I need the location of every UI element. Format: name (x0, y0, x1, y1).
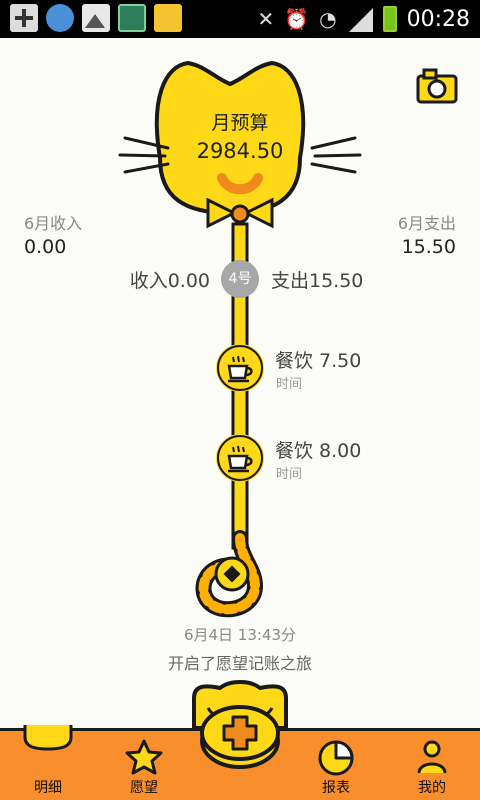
nav-label: 报表 (322, 780, 350, 796)
bottom-nav: 明细 愿望 报表 我的 (0, 705, 480, 800)
entry-category-button[interactable] (216, 434, 264, 482)
cup-icon (217, 435, 263, 481)
entry-title[interactable]: 餐饮 8.00 (275, 436, 361, 463)
nav-label: 我的 (418, 780, 446, 796)
camera-icon (416, 68, 458, 104)
day-badge: 4号 (221, 260, 259, 298)
cup-icon (217, 345, 263, 391)
nav-wishes[interactable]: 愿望 (96, 731, 192, 800)
system-icons: ✕ ⏰ ◔ 00:28 (257, 0, 470, 38)
wifi-icon: ◔ (319, 7, 337, 31)
nav-details[interactable]: 明细 (0, 725, 96, 800)
browser-icon (118, 4, 146, 32)
month-expense-value: 15.50 (401, 236, 456, 258)
budget-label: 月预算 (211, 112, 269, 134)
entry-category-button[interactable] (216, 344, 264, 392)
battery-icon (382, 6, 397, 32)
journey-start-date: 6月4日 13:43分 (183, 626, 297, 644)
cat-head-icon (23, 725, 73, 751)
gallery-icon (82, 4, 110, 32)
clock: 00:28 (406, 6, 470, 32)
star-icon (125, 739, 163, 775)
signal-icon (348, 8, 373, 32)
entry-time: 时间 (276, 467, 303, 482)
month-income-value: 0.00 (24, 236, 67, 258)
bow-knot (230, 204, 250, 224)
status-bar: ✕ ⏰ ◔ 00:28 (0, 0, 480, 38)
day-income: 收入0.00 (129, 270, 210, 292)
add-icon (10, 4, 38, 32)
mute-icon: ✕ (257, 7, 275, 31)
nav-add-entry[interactable] (192, 705, 288, 800)
notification-icons (10, 4, 182, 32)
nav-label: 明细 (34, 780, 62, 796)
nav-reports[interactable]: 报表 (288, 731, 384, 800)
camera-button[interactable] (416, 68, 458, 104)
month-income-label: 6月收入 (24, 214, 83, 233)
shield-app-icon (46, 4, 74, 32)
person-icon (417, 740, 447, 774)
shopping-app-icon (154, 4, 182, 32)
add-coin-icon (200, 705, 280, 769)
entry-time: 时间 (276, 377, 303, 392)
month-expense-label: 6月支出 (397, 214, 456, 233)
budget-value[interactable]: 2984.50 (160, 139, 320, 163)
main-content: 月预算 2984.50 6月收入 0.00 6月支出 15.50 收入0.00 … (0, 38, 480, 728)
pie-chart-icon (318, 740, 354, 776)
journey-start-text: 开启了愿望记账之旅 (167, 654, 312, 673)
day-expense: 支出15.50 (271, 270, 364, 292)
entry-title[interactable]: 餐饮 7.50 (275, 346, 361, 373)
nav-profile[interactable]: 我的 (384, 731, 480, 800)
nav-label: 愿望 (130, 780, 158, 796)
alarm-icon: ⏰ (284, 7, 310, 31)
